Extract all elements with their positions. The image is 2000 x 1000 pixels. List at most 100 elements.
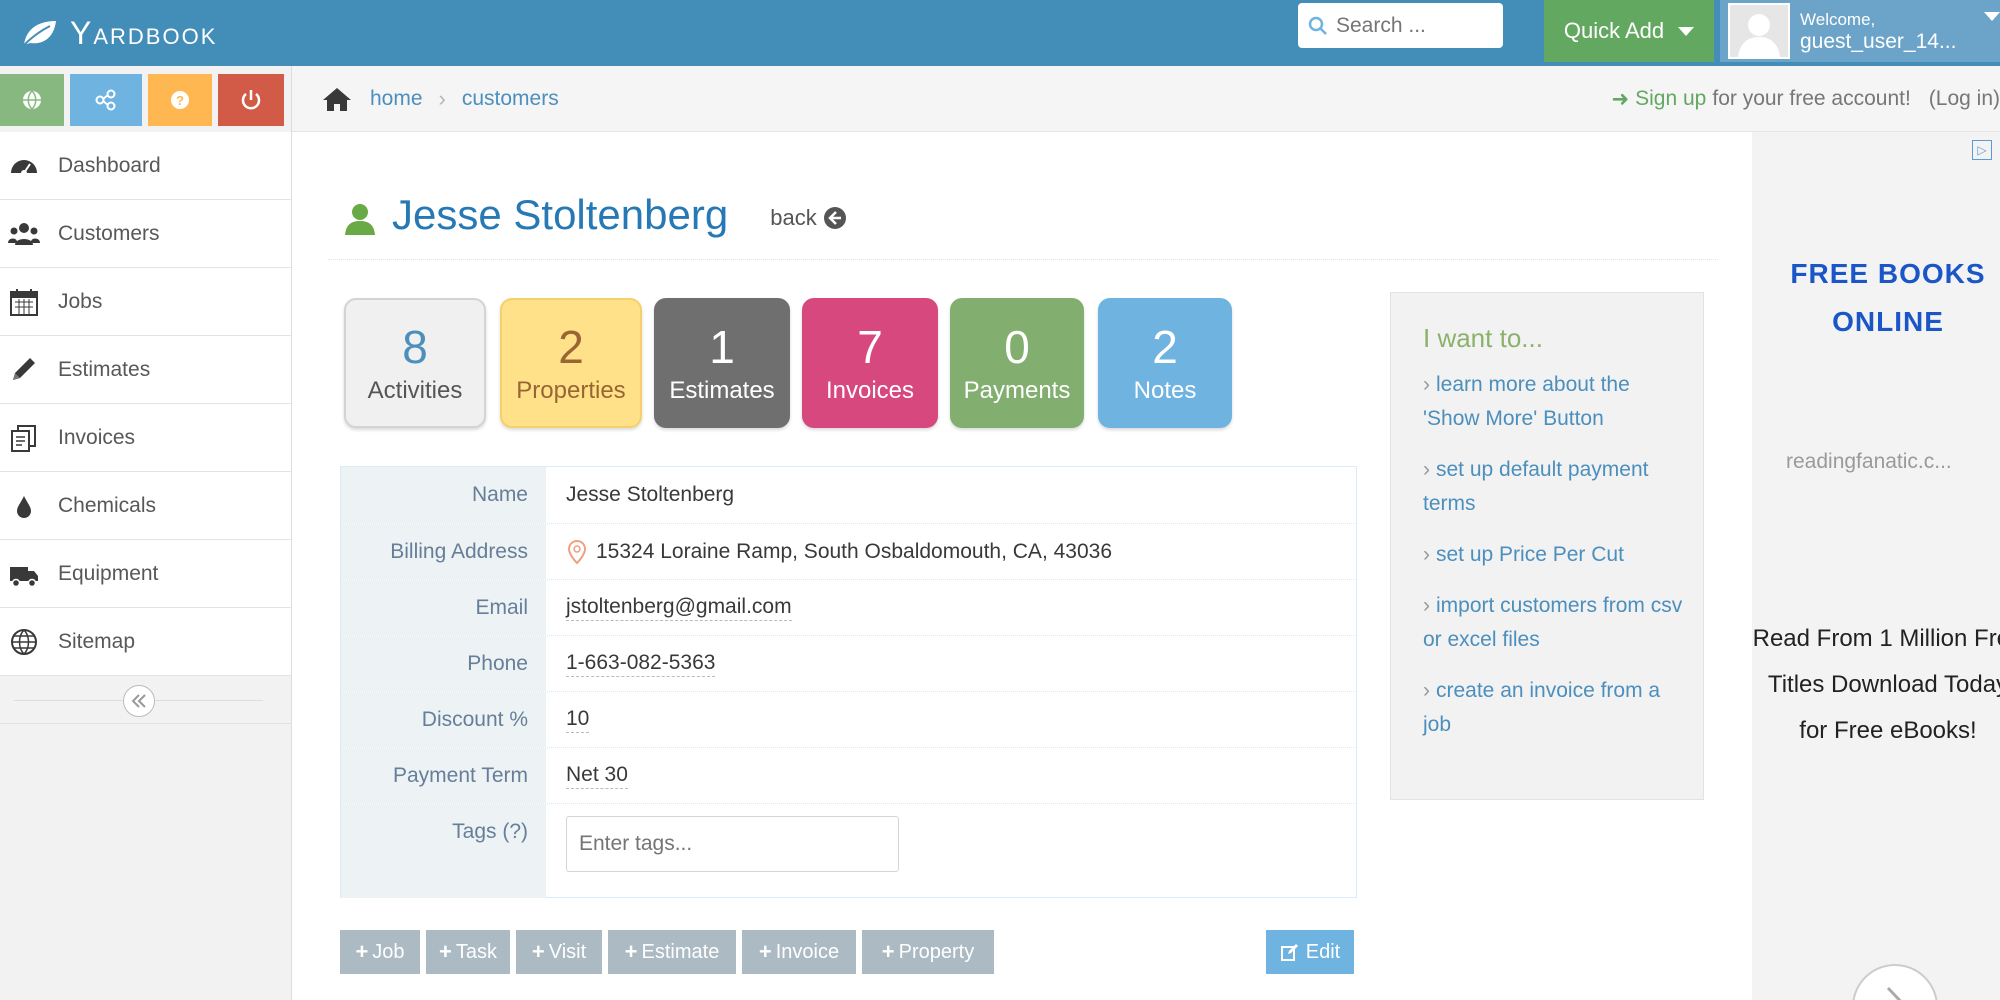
chevron-right-icon: ›	[1423, 679, 1430, 702]
arrow-right-icon: ➜	[1611, 87, 1630, 111]
signup-text: for your free account!	[1712, 87, 1911, 110]
sidebar-collapse-row	[0, 676, 291, 724]
ad-arrow-button[interactable]	[1852, 964, 1938, 1000]
profile-label: Billing Address	[341, 524, 546, 579]
brand-name: Yardbook	[70, 14, 218, 51]
sidebar-item-chemicals[interactable]: Chemicals	[0, 472, 291, 540]
globe-icon	[11, 628, 37, 655]
sidebar-item-estimates[interactable]: Estimates	[0, 336, 291, 404]
profile-label: Name	[341, 467, 546, 523]
profile-row-payment-term: Payment Term Net 30	[341, 747, 1356, 803]
page-title: Jesse Stoltenberg	[392, 190, 729, 238]
help-link-show-more[interactable]: › learn more about the 'Show More' Button	[1423, 368, 1683, 436]
help-link-price-per-cut[interactable]: › set up Price Per Cut	[1423, 538, 1683, 572]
brand-logo[interactable]: Yardbook	[20, 0, 217, 66]
help-link-invoice-from-job[interactable]: › create an invoice from a job	[1423, 674, 1683, 742]
sidebar-item-equipment[interactable]: Equipment	[0, 540, 291, 608]
chevron-right-icon: ›	[1423, 543, 1430, 566]
sidebar-collapse-button[interactable]	[123, 685, 155, 717]
quick-add-label: Quick Add	[1563, 18, 1665, 43]
profile-label: Phone	[341, 636, 546, 691]
add-job-button[interactable]: + Job	[340, 930, 420, 974]
estimates-tile[interactable]: 1 Estimates	[654, 298, 790, 428]
notes-label: Notes	[1133, 377, 1197, 404]
help-link-payment-terms[interactable]: › set up default payment terms	[1423, 453, 1683, 521]
properties-tile[interactable]: 2 Properties	[500, 298, 642, 428]
edit-button[interactable]: Edit	[1266, 930, 1354, 974]
shortcut-help-button[interactable]: ?	[148, 74, 212, 126]
breadcrumb-customers-link[interactable]: customers	[462, 87, 559, 111]
sidebar-item-invoices[interactable]: Invoices	[0, 404, 291, 472]
shortcut-share-button[interactable]	[70, 74, 142, 126]
tags-input[interactable]	[566, 816, 899, 872]
payments-label: Payments	[963, 377, 1071, 404]
signup-prompt: ➜ Sign up for your free account! (Log in…	[1612, 66, 2000, 132]
ad-choices-icon[interactable]: ▷	[1972, 140, 1992, 160]
email-value[interactable]: jstoltenberg@gmail.com	[566, 594, 792, 621]
notes-tile[interactable]: 2 Notes	[1098, 298, 1232, 428]
share-icon	[95, 89, 116, 111]
sidebar-item-sitemap[interactable]: Sitemap	[0, 608, 291, 676]
i-want-to-panel: I want to... › learn more about the 'Show…	[1390, 292, 1704, 800]
add-task-button[interactable]: + Task	[426, 930, 510, 974]
edit-label: Edit	[1305, 940, 1341, 963]
double-chevron-left-icon	[131, 694, 146, 708]
sidebar-shortcuts: ?	[0, 66, 291, 132]
shortcut-globe-button[interactable]	[0, 74, 64, 126]
activities-label: Activities	[367, 377, 463, 404]
ad-title[interactable]: FREE BOOKS ONLINE	[1752, 250, 2000, 346]
add-visit-button[interactable]: + Visit	[516, 930, 602, 974]
customer-name-value: Jesse Stoltenberg	[566, 483, 735, 506]
chevron-right-icon	[1886, 986, 1902, 1000]
users-icon	[8, 222, 40, 245]
sidebar-item-label: Chemicals	[58, 493, 157, 517]
drop-icon	[17, 495, 31, 518]
payment-term-value[interactable]: Net 30	[566, 762, 628, 789]
plus-icon: +	[531, 939, 545, 964]
map-marker-icon	[567, 539, 587, 564]
breadcrumb: home › customers ➜ Sign up for your free…	[292, 66, 2000, 132]
user-menu[interactable]: Welcome, guest_user_14...	[1720, 0, 2000, 62]
discount-value[interactable]: 10	[566, 706, 590, 733]
phone-value[interactable]: 1-663-082-5363	[566, 650, 716, 677]
search-box[interactable]	[1298, 3, 1503, 48]
login-link[interactable]: (Log in)	[1929, 87, 2000, 111]
sidebar-item-dashboard[interactable]: Dashboard	[0, 132, 291, 200]
payments-tile[interactable]: 0 Payments	[950, 298, 1084, 428]
profile-row-phone: Phone 1-663-082-5363	[341, 635, 1356, 691]
search-icon	[1308, 16, 1327, 35]
shortcut-power-button[interactable]	[218, 74, 284, 126]
back-label: back	[770, 204, 817, 230]
help-link-label: set up default payment terms	[1423, 458, 1649, 515]
profile-row-tags: Tags (?)	[341, 803, 1356, 898]
sidebar-item-customers[interactable]: Customers	[0, 200, 291, 268]
leaf-icon	[23, 21, 56, 46]
ad-panel[interactable]: ▷ FREE BOOKS ONLINE readingfanatic.c... …	[1752, 132, 2000, 1000]
user-icon	[345, 203, 375, 235]
search-input[interactable]	[1336, 13, 1496, 38]
ad-domain: readingfanatic.c...	[1786, 450, 1952, 473]
profile-row-discount: Discount % 10	[341, 691, 1356, 747]
home-icon[interactable]	[320, 85, 354, 113]
plus-icon: +	[355, 939, 369, 964]
breadcrumb-home-link[interactable]: home	[370, 87, 423, 111]
button-label: Invoice	[775, 940, 840, 963]
notes-count: 2	[1152, 321, 1178, 373]
edit-icon	[1280, 944, 1298, 961]
plus-icon: +	[624, 939, 638, 964]
sidebar-item-jobs[interactable]: Jobs	[0, 268, 291, 336]
activities-tile[interactable]: 8 Activities	[344, 298, 486, 428]
back-link[interactable]: back	[770, 205, 846, 231]
button-label: Task	[455, 940, 497, 963]
add-estimate-button[interactable]: + Estimate	[608, 930, 736, 974]
invoices-tile[interactable]: 7 Invoices	[802, 298, 938, 428]
help-link-import-customers[interactable]: › import customers from csv or excel file…	[1423, 589, 1683, 657]
avatar	[1728, 3, 1790, 59]
chevron-right-icon: ›	[1423, 594, 1430, 617]
sidebar-item-label: Estimates	[58, 357, 151, 381]
page-header: Jesse Stoltenberg back	[328, 170, 1718, 260]
quick-add-button[interactable]: Quick Add	[1544, 0, 1714, 62]
add-property-button[interactable]: + Property	[862, 930, 994, 974]
add-invoice-button[interactable]: + Invoice	[742, 930, 856, 974]
signup-link[interactable]: Sign up	[1635, 87, 1706, 111]
